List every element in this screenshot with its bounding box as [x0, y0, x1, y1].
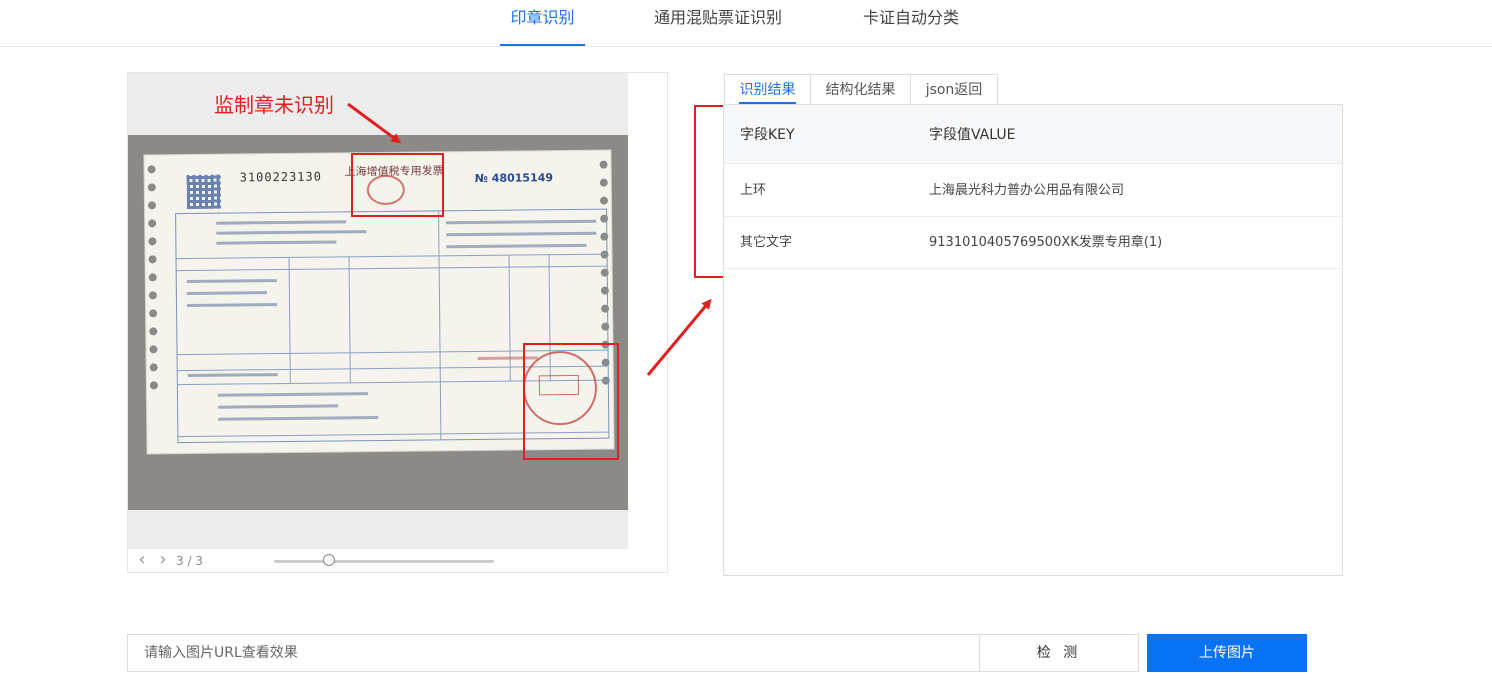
- table-row: 上环 上海晨光科力普办公用品有限公司: [724, 164, 1342, 217]
- header-value: 字段值VALUE: [929, 127, 1016, 143]
- row-value: 9131010405769500XK发票专用章(1): [929, 235, 1163, 250]
- tab-label: 结构化结果: [825, 82, 896, 98]
- upload-image-button[interactable]: 上传图片: [1147, 634, 1307, 672]
- tab-json-return[interactable]: json返回: [910, 74, 998, 104]
- row-key: 其它文字: [740, 235, 793, 250]
- row-key: 上环: [740, 183, 767, 198]
- table-row: 其它文字 9131010405769500XK发票专用章(1): [724, 216, 1342, 269]
- header-key: 字段KEY: [740, 127, 795, 143]
- image-url-input[interactable]: [127, 634, 980, 672]
- tab-recognition-result[interactable]: 识别结果: [724, 74, 811, 104]
- tab-label: 识别结果: [739, 82, 796, 98]
- row-value: 上海晨光科力普办公用品有限公司: [929, 183, 1125, 198]
- result-panel: 字段KEY 字段值VALUE 上环 上海晨光科力普办公用品有限公司 其它文字 9…: [723, 104, 1343, 576]
- tab-label: json返回: [925, 82, 983, 98]
- result-table-header: 字段KEY 字段值VALUE: [724, 105, 1342, 164]
- detect-button[interactable]: 检 测: [979, 634, 1139, 672]
- tab-structured-result[interactable]: 结构化结果: [810, 74, 911, 104]
